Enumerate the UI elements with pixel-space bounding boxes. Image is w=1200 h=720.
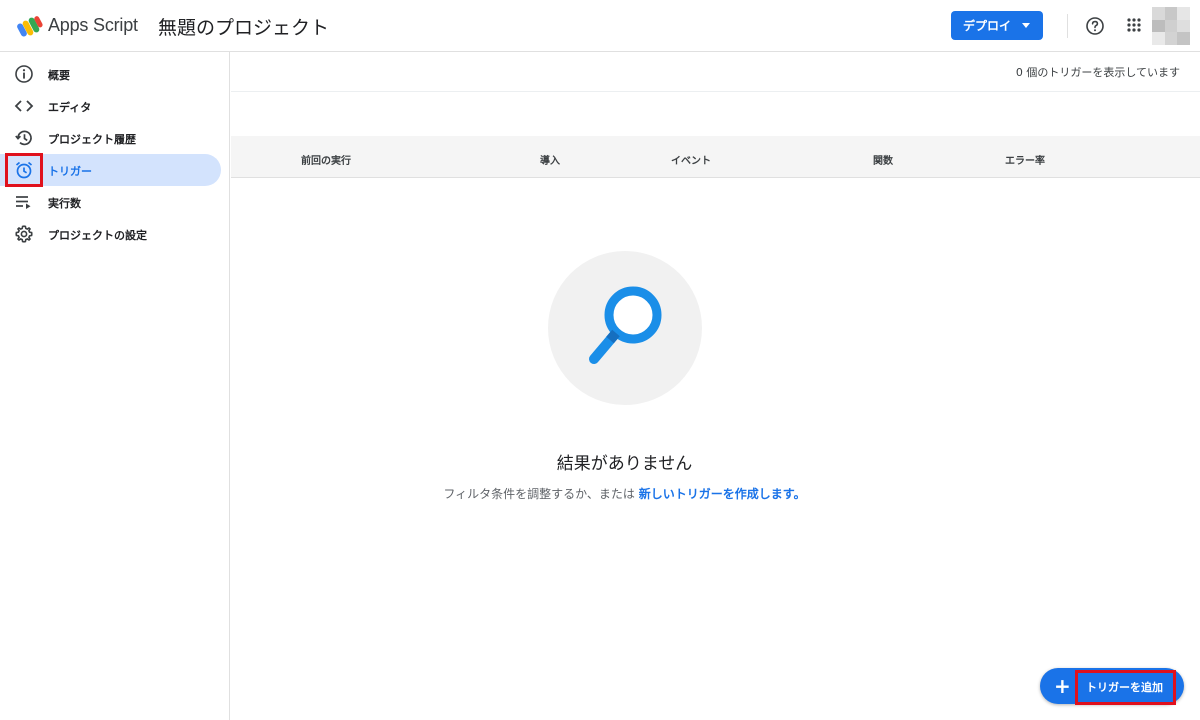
apps-grid-icon[interactable]	[1127, 18, 1141, 32]
help-circle-icon[interactable]	[1085, 16, 1105, 36]
app-name[interactable]: Apps Script	[48, 15, 138, 36]
gear-icon	[15, 225, 33, 243]
sidebar-item-executions[interactable]: 実行数	[0, 186, 221, 218]
column-header-event[interactable]: イベント	[671, 152, 711, 167]
empty-state-illustration	[548, 251, 702, 405]
create-trigger-link[interactable]: 新しいトリガーを作成します。	[639, 487, 806, 501]
plus-icon: +	[1054, 674, 1071, 698]
sidebar-item-editor[interactable]: エディタ	[0, 90, 221, 122]
empty-state-description: フィルタ条件を調整するか、または 新しいトリガーを作成します。	[231, 485, 1018, 502]
sidebar-item-label: プロジェクト履歴	[48, 133, 136, 146]
sidebar-item-project-settings[interactable]: プロジェクトの設定	[0, 218, 221, 250]
deploy-button[interactable]: デプロイ	[951, 11, 1043, 40]
divider	[231, 91, 1200, 92]
info-icon	[15, 65, 33, 83]
empty-state-title: 結果がありません	[556, 454, 693, 474]
sidebar-item-label: 概要	[48, 69, 70, 82]
trigger-count: 0 個のトリガーを表示しています	[1015, 66, 1180, 79]
caret-down-icon	[1022, 23, 1030, 28]
apps-script-logo-icon[interactable]	[17, 15, 43, 39]
table-header: 前回の実行 導入 イベント 関数 エラー率	[231, 136, 1200, 178]
sidebar-item-label: トリガー	[48, 165, 92, 178]
sidebar-item-label: 実行数	[48, 197, 81, 210]
deploy-button-label: デプロイ	[963, 19, 1012, 33]
column-header-function[interactable]: 関数	[873, 152, 893, 167]
code-icon	[14, 100, 34, 112]
sidebar-item-overview[interactable]: 概要	[0, 58, 221, 90]
sidebar-item-project-history[interactable]: プロジェクト履歴	[0, 122, 221, 154]
avatar[interactable]	[1152, 7, 1190, 45]
main-content: 0 個のトリガーを表示しています 前回の実行 導入 イベント 関数 エラー率 結…	[231, 52, 1200, 720]
top-app-bar: Apps Script 無題のプロジェクト デプロイ	[0, 0, 1200, 52]
sidebar-item-label: エディタ	[48, 101, 92, 114]
history-icon	[15, 130, 32, 146]
magnifier-icon	[589, 286, 662, 364]
sidebar-item-label: プロジェクトの設定	[48, 229, 147, 242]
column-header-error-rate[interactable]: エラー率	[1005, 152, 1045, 167]
trigger-icon-highlight	[5, 153, 43, 187]
empty-state-text: フィルタ条件を調整するか、または	[443, 487, 635, 501]
project-title[interactable]: 無題のプロジェクト	[158, 13, 329, 40]
header-divider	[1067, 14, 1068, 38]
column-header-last-run[interactable]: 前回の実行	[301, 152, 351, 167]
column-header-deployment[interactable]: 導入	[540, 152, 560, 167]
executions-list-icon	[16, 196, 31, 209]
add-trigger-highlight	[1075, 670, 1176, 705]
